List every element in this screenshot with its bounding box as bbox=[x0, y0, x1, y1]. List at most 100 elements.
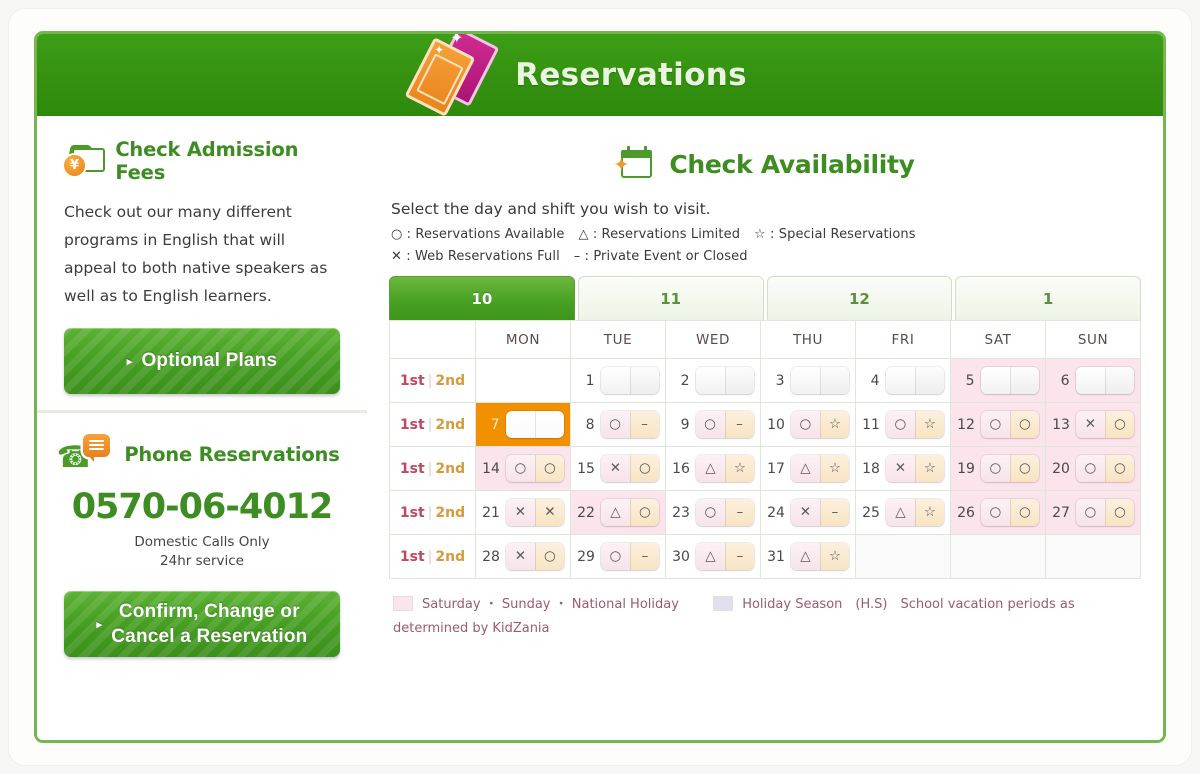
calendar-day-cell[interactable]: 17 △ ☆ bbox=[760, 446, 856, 491]
calendar-day-cell[interactable]: 20 ○ ○ bbox=[1045, 446, 1141, 491]
shift-slot-1st[interactable]: ✕ bbox=[790, 499, 820, 526]
shift-slots[interactable] bbox=[790, 367, 849, 394]
shift-slot-1st[interactable] bbox=[790, 367, 820, 394]
shift-slot-1st[interactable]: ○ bbox=[600, 543, 630, 570]
calendar-day-cell[interactable]: 31 △ ☆ bbox=[760, 534, 856, 579]
shift-slots[interactable]: ✕ ○ bbox=[600, 455, 659, 482]
calendar-day-cell[interactable]: 14 ○ ○ bbox=[475, 446, 571, 491]
calendar-day-cell[interactable]: 16 △ ☆ bbox=[665, 446, 761, 491]
shift-slots[interactable] bbox=[695, 367, 754, 394]
shift-slot-2nd[interactable]: ○ bbox=[1009, 411, 1039, 438]
calendar-day-cell[interactable]: 28 ✕ ○ bbox=[475, 534, 571, 579]
shift-slot-1st[interactable]: ○ bbox=[1075, 455, 1105, 482]
confirm-change-cancel-button[interactable]: ▸ Confirm, Change or Cancel a Reservatio… bbox=[64, 591, 340, 657]
shift-slot-2nd[interactable]: – bbox=[629, 543, 659, 570]
shift-slots[interactable]: △ ○ bbox=[600, 499, 659, 526]
shift-slot-2nd[interactable]: ☆ bbox=[819, 543, 849, 570]
calendar-day-cell[interactable]: 5 bbox=[950, 358, 1046, 403]
shift-slot-2nd[interactable] bbox=[629, 367, 659, 394]
shift-slot-2nd[interactable] bbox=[1104, 367, 1134, 394]
optional-plans-button[interactable]: ▸ Optional Plans bbox=[64, 328, 340, 394]
calendar-day-cell[interactable]: 13 ✕ ○ bbox=[1045, 402, 1141, 447]
calendar-day-cell[interactable]: 22 △ ○ bbox=[570, 490, 666, 535]
calendar-day-cell[interactable]: 4 bbox=[855, 358, 951, 403]
shift-slots[interactable]: ✕ ✕ bbox=[505, 499, 564, 526]
shift-slot-1st[interactable]: ○ bbox=[695, 499, 725, 526]
shift-slot-1st[interactable] bbox=[980, 367, 1010, 394]
shift-slots[interactable]: ✕ ○ bbox=[1075, 411, 1134, 438]
shift-slot-2nd[interactable]: ○ bbox=[629, 455, 659, 482]
calendar-day-cell[interactable]: 27 ○ ○ bbox=[1045, 490, 1141, 535]
shift-slots[interactable]: ✕ – bbox=[790, 499, 849, 526]
shift-slot-1st[interactable]: ○ bbox=[1075, 499, 1105, 526]
calendar-day-cell[interactable]: 26 ○ ○ bbox=[950, 490, 1046, 535]
shift-slots[interactable]: ○ – bbox=[600, 411, 659, 438]
shift-slot-1st[interactable]: ✕ bbox=[505, 543, 535, 570]
month-tabs[interactable]: 10 11 12 1 bbox=[389, 276, 1141, 320]
shift-slot-1st[interactable] bbox=[1075, 367, 1105, 394]
calendar-day-cell[interactable]: 18 ✕ ☆ bbox=[855, 446, 951, 491]
calendar-day-cell[interactable]: 12 ○ ○ bbox=[950, 402, 1046, 447]
calendar-day-cell[interactable]: 25 △ ☆ bbox=[855, 490, 951, 535]
shift-slots[interactable]: ○ ○ bbox=[980, 411, 1039, 438]
shift-slot-2nd[interactable]: ○ bbox=[1009, 499, 1039, 526]
shift-slots[interactable]: △ ☆ bbox=[885, 499, 944, 526]
shift-slot-1st[interactable]: △ bbox=[885, 499, 915, 526]
shift-slots[interactable]: ○ – bbox=[695, 499, 754, 526]
shift-slots[interactable]: ○ – bbox=[695, 411, 754, 438]
shift-slot-2nd[interactable]: ✕ bbox=[534, 499, 564, 526]
shift-slot-2nd[interactable]: – bbox=[819, 499, 849, 526]
shift-slots[interactable]: ○ ○ bbox=[980, 499, 1039, 526]
shift-slot-1st[interactable]: ○ bbox=[505, 455, 535, 482]
shift-slot-2nd[interactable] bbox=[534, 411, 564, 438]
shift-slot-2nd[interactable]: ○ bbox=[534, 543, 564, 570]
calendar-day-cell[interactable]: 29 ○ – bbox=[570, 534, 666, 579]
shift-slot-2nd[interactable]: ○ bbox=[629, 499, 659, 526]
shift-slot-2nd[interactable]: ○ bbox=[1104, 411, 1134, 438]
shift-slots[interactable]: ○ ○ bbox=[1075, 499, 1134, 526]
shift-slots[interactable]: ○ ☆ bbox=[885, 411, 944, 438]
calendar-day-cell[interactable]: 8 ○ – bbox=[570, 402, 666, 447]
shift-slot-1st[interactable]: ○ bbox=[980, 499, 1010, 526]
calendar-day-cell[interactable]: 21 ✕ ✕ bbox=[475, 490, 571, 535]
shift-slot-1st[interactable]: ✕ bbox=[885, 455, 915, 482]
shift-slots[interactable]: ✕ ○ bbox=[505, 543, 564, 570]
shift-slots[interactable]: ○ – bbox=[600, 543, 659, 570]
shift-slots[interactable]: △ – bbox=[695, 543, 754, 570]
shift-slot-2nd[interactable] bbox=[914, 367, 944, 394]
shift-slot-2nd[interactable]: ☆ bbox=[724, 455, 754, 482]
calendar-day-cell[interactable]: 9 ○ – bbox=[665, 402, 761, 447]
calendar-day-cell[interactable]: 3 bbox=[760, 358, 856, 403]
calendar-day-cell[interactable]: 1 bbox=[570, 358, 666, 403]
shift-slots[interactable] bbox=[885, 367, 944, 394]
calendar-day-cell[interactable]: 7 bbox=[475, 402, 571, 447]
shift-slot-2nd[interactable] bbox=[1009, 367, 1039, 394]
shift-slot-1st[interactable] bbox=[695, 367, 725, 394]
shift-slot-1st[interactable]: ○ bbox=[790, 411, 820, 438]
calendar-day-cell[interactable]: 11 ○ ☆ bbox=[855, 402, 951, 447]
shift-slot-1st[interactable] bbox=[600, 367, 630, 394]
shift-slot-1st[interactable]: △ bbox=[790, 543, 820, 570]
shift-slot-2nd[interactable]: ☆ bbox=[819, 455, 849, 482]
shift-slot-2nd[interactable]: ☆ bbox=[914, 499, 944, 526]
shift-slot-1st[interactable]: ✕ bbox=[600, 455, 630, 482]
shift-slot-2nd[interactable]: – bbox=[724, 543, 754, 570]
shift-slot-1st[interactable] bbox=[885, 367, 915, 394]
shift-slots[interactable] bbox=[980, 367, 1039, 394]
calendar-day-cell[interactable]: 19 ○ ○ bbox=[950, 446, 1046, 491]
shift-slot-2nd[interactable]: – bbox=[724, 411, 754, 438]
shift-slots[interactable]: △ ☆ bbox=[790, 455, 849, 482]
shift-slot-1st[interactable]: △ bbox=[695, 543, 725, 570]
shift-slot-1st[interactable]: △ bbox=[695, 455, 725, 482]
shift-slot-1st[interactable] bbox=[505, 411, 535, 438]
shift-slot-1st[interactable]: ✕ bbox=[1075, 411, 1105, 438]
calendar-day-cell[interactable]: 15 ✕ ○ bbox=[570, 446, 666, 491]
shift-slot-1st[interactable]: △ bbox=[600, 499, 630, 526]
month-tab-10[interactable]: 10 bbox=[389, 276, 575, 320]
shift-slots[interactable]: ○ ☆ bbox=[790, 411, 849, 438]
shift-slots[interactable] bbox=[1075, 367, 1134, 394]
calendar-day-cell[interactable]: 23 ○ – bbox=[665, 490, 761, 535]
month-tab-11[interactable]: 11 bbox=[577, 276, 764, 320]
calendar-day-cell[interactable]: 6 bbox=[1045, 358, 1141, 403]
shift-slots[interactable]: ✕ ☆ bbox=[885, 455, 944, 482]
